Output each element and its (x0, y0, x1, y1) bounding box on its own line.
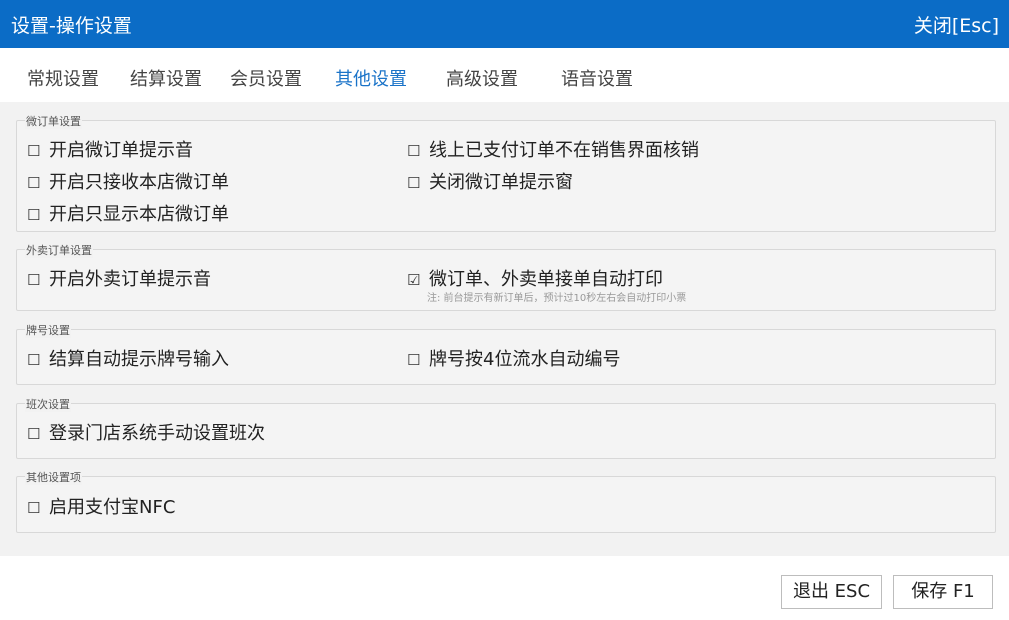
checkbox-icon[interactable]: ☐ (407, 174, 423, 192)
checkbox-icon[interactable]: ☐ (27, 206, 43, 224)
option-label: 开启微订单提示音 (49, 140, 193, 161)
takeout-order-group: 外卖订单设置 ☐ 开启外卖订单提示音 ☑ 微订单、外卖单接单自动打印 注: 前台提示… (16, 242, 996, 311)
option-label: 开启只接收本店微订单 (49, 172, 229, 193)
checked-checkbox-icon[interactable]: ☑ (407, 271, 423, 289)
group-legend: 微订单设置 (25, 113, 82, 129)
micro-order-group: 微订单设置 ☐ 开启微订单提示音 ☐ 线上已支付订单不在销售界面核销 ☐ 开启只接收本… (16, 113, 996, 232)
option-label: 结算自动提示牌号输入 (49, 349, 229, 370)
option-prompt-plate-input[interactable]: ☐ 结算自动提示牌号输入 (27, 345, 229, 371)
tab-advanced[interactable]: 高级设置 (446, 65, 518, 91)
tab-general[interactable]: 常规设置 (27, 65, 99, 91)
option-close-micro-order-popup[interactable]: ☐ 关闭微订单提示窗 (407, 168, 573, 194)
option-plate-auto-number[interactable]: ☐ 牌号按4位流水自动编号 (407, 345, 620, 371)
checkbox-icon[interactable]: ☐ (27, 174, 43, 192)
option-auto-print-orders[interactable]: ☑ 微订单、外卖单接单自动打印 (407, 265, 663, 291)
option-label: 牌号按4位流水自动编号 (429, 349, 621, 370)
checkbox-icon[interactable]: ☐ (27, 499, 43, 517)
group-legend: 班次设置 (25, 396, 71, 412)
checkbox-icon[interactable]: ☐ (27, 142, 43, 160)
tab-other[interactable]: 其他设置 (335, 65, 407, 91)
other-settings-group: 其他设置项 ☐ 启用支付宝NFC (16, 469, 996, 533)
checkbox-icon[interactable]: ☐ (27, 351, 43, 369)
group-legend: 牌号设置 (25, 322, 71, 338)
title-bar: 设置-操作设置 关闭[Esc] (0, 0, 1009, 48)
option-label: 关闭微订单提示窗 (429, 172, 573, 193)
option-label: 开启只显示本店微订单 (49, 204, 229, 225)
tab-bar: 常规设置 结算设置 会员设置 其他设置 高级设置 语音设置 (0, 48, 1009, 102)
option-label: 微订单、外卖单接单自动打印 (429, 269, 663, 290)
settings-panel: 微订单设置 ☐ 开启微订单提示音 ☐ 线上已支付订单不在销售界面核销 ☐ 开启只接收本… (0, 102, 1009, 556)
option-show-own-store-only[interactable]: ☐ 开启只显示本店微订单 (27, 200, 229, 226)
option-takeout-sound[interactable]: ☐ 开启外卖订单提示音 (27, 265, 211, 291)
window-title: 设置-操作设置 (11, 15, 132, 37)
group-legend: 其他设置项 (25, 469, 82, 485)
option-manual-shift[interactable]: ☐ 登录门店系统手动设置班次 (27, 419, 265, 445)
group-legend: 外卖订单设置 (25, 242, 93, 258)
option-micro-order-sound[interactable]: ☐ 开启微订单提示音 (27, 136, 193, 162)
shift-group: 班次设置 ☐ 登录门店系统手动设置班次 (16, 396, 996, 459)
option-label: 开启外卖订单提示音 (49, 269, 211, 290)
option-alipay-nfc[interactable]: ☐ 启用支付宝NFC (27, 493, 175, 519)
option-label: 线上已支付订单不在销售界面核销 (429, 140, 699, 161)
checkbox-icon[interactable]: ☐ (27, 425, 43, 443)
auto-print-note: 注: 前台提示有新订单后，预计过10秒左右会自动打印小票 (427, 293, 687, 304)
option-receive-own-store-only[interactable]: ☐ 开启只接收本店微订单 (27, 168, 229, 194)
option-label: 登录门店系统手动设置班次 (49, 423, 265, 444)
checkbox-icon[interactable]: ☐ (407, 351, 423, 369)
tab-member[interactable]: 会员设置 (230, 65, 302, 91)
checkbox-icon[interactable]: ☐ (407, 142, 423, 160)
plate-number-group: 牌号设置 ☐ 结算自动提示牌号输入 ☐ 牌号按4位流水自动编号 (16, 322, 996, 385)
option-online-paid-no-writeoff[interactable]: ☐ 线上已支付订单不在销售界面核销 (407, 136, 699, 162)
tab-checkout[interactable]: 结算设置 (130, 65, 202, 91)
save-button[interactable]: 保存 F1 (893, 575, 993, 609)
exit-button[interactable]: 退出 ESC (781, 575, 882, 609)
checkbox-icon[interactable]: ☐ (27, 271, 43, 289)
close-button[interactable]: 关闭[Esc] (914, 11, 999, 38)
tab-voice[interactable]: 语音设置 (561, 65, 633, 91)
option-label: 启用支付宝NFC (49, 497, 176, 518)
